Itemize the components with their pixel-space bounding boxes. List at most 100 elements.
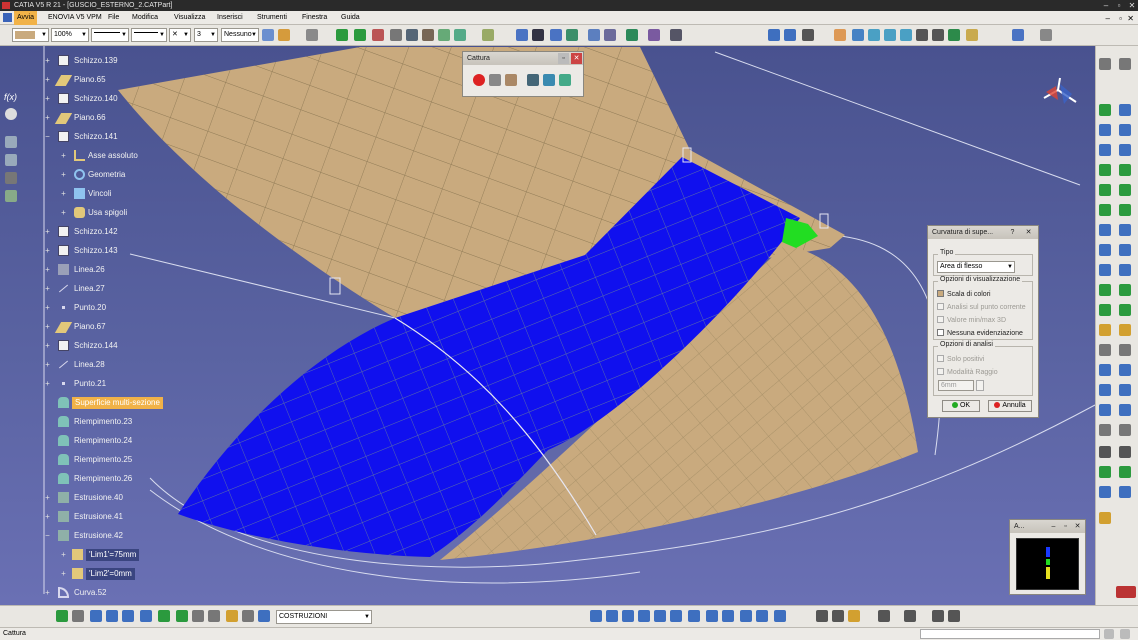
- tree-label[interactable]: Usa spigoli: [88, 207, 127, 219]
- record-icon[interactable]: [473, 74, 485, 86]
- table-icon[interactable]: [5, 136, 17, 148]
- linestyle-select[interactable]: ▼: [131, 28, 167, 42]
- expand-toggle[interactable]: +: [60, 152, 67, 160]
- expand-toggle[interactable]: +: [44, 228, 51, 236]
- cutting-plane-icon[interactable]: [916, 29, 928, 41]
- refresh-icon[interactable]: [56, 610, 68, 622]
- annotation-tool-icon[interactable]: [1099, 446, 1111, 458]
- rule-icon[interactable]: [5, 190, 17, 202]
- rotate-tool-icon[interactable]: [1119, 284, 1131, 296]
- catalog-icon[interactable]: [1012, 29, 1024, 41]
- parallel-tool-icon[interactable]: [1099, 404, 1111, 416]
- tree-label[interactable]: Schizzo.140: [74, 93, 118, 105]
- expand-toggle[interactable]: +: [44, 57, 51, 65]
- sketcher-icon[interactable]: [1099, 58, 1111, 70]
- properties-icon[interactable]: [306, 29, 318, 41]
- fill-tool-icon[interactable]: [1119, 184, 1131, 196]
- tree-label[interactable]: Riempimento.23: [74, 416, 132, 428]
- collapse-toggle[interactable]: −: [44, 532, 51, 540]
- menu-guida[interactable]: Guida: [338, 11, 363, 25]
- connect-icon[interactable]: [852, 29, 864, 41]
- arc-icon[interactable]: [516, 29, 528, 41]
- intersection-tool-icon[interactable]: [1119, 404, 1131, 416]
- geometrical-set-select[interactable]: COSTRUZIONI ▼: [276, 610, 372, 624]
- photo-icon[interactable]: [878, 610, 890, 622]
- normal-view-icon[interactable]: [648, 29, 660, 41]
- curve-tool-icon[interactable]: [1099, 384, 1111, 396]
- split-tool-icon[interactable]: [1119, 224, 1131, 236]
- fit-icon[interactable]: [604, 29, 616, 41]
- curvature-tool-icon[interactable]: [834, 29, 846, 41]
- porcupine-analysis-icon[interactable]: [1119, 486, 1131, 498]
- minmax-checkbox[interactable]: Valore min/max 3D: [937, 316, 1006, 324]
- extrude-tool-icon[interactable]: [1099, 164, 1111, 176]
- status-expand-icon[interactable]: [1120, 629, 1130, 639]
- law-tool-icon[interactable]: [1099, 344, 1111, 356]
- preview-restore-button[interactable]: ▫: [1060, 521, 1071, 532]
- compass-widget[interactable]: [1036, 76, 1080, 114]
- zoom-out-icon[interactable]: [670, 610, 682, 622]
- weight-select[interactable]: 3 ▼: [194, 28, 218, 42]
- views-icon[interactable]: [706, 610, 718, 622]
- color-select[interactable]: ▼: [12, 28, 49, 42]
- point-symbol-select[interactable]: ✕ ▼: [169, 28, 191, 42]
- what-is-icon[interactable]: [802, 29, 814, 41]
- step-spinner-icon[interactable]: [976, 380, 984, 391]
- expand-toggle[interactable]: +: [60, 171, 67, 179]
- grid-display-icon[interactable]: [122, 610, 134, 622]
- expand-toggle[interactable]: +: [60, 551, 67, 559]
- tree-label[interactable]: Piano.66: [74, 112, 106, 124]
- close-button[interactable]: ✕: [1126, 0, 1138, 11]
- translate-tool-icon[interactable]: [1099, 284, 1111, 296]
- expand-toggle[interactable]: +: [44, 304, 51, 312]
- tree-label[interactable]: Schizzo.139: [74, 55, 118, 67]
- shading-icon[interactable]: [722, 610, 734, 622]
- curvatura-title-bar[interactable]: Curvatura di supe... ? ✕: [928, 226, 1038, 239]
- rotate-icon[interactable]: [588, 29, 600, 41]
- tree-label[interactable]: 'Lim2'=0mm: [86, 568, 135, 580]
- surface-analysis-icon[interactable]: [1099, 466, 1111, 478]
- tree-label[interactable]: Piano.65: [74, 74, 106, 86]
- step-field[interactable]: 6mm: [938, 380, 974, 391]
- tree-label-selected[interactable]: Superficie multi-sezione: [72, 397, 163, 409]
- revolve-tool-icon[interactable]: [1119, 164, 1131, 176]
- projection-icon[interactable]: [1119, 124, 1131, 136]
- expand-toggle[interactable]: +: [44, 589, 51, 597]
- iso-view-icon[interactable]: [768, 29, 780, 41]
- apply-material-icon[interactable]: [832, 610, 844, 622]
- chart-icon[interactable]: [948, 610, 960, 622]
- expand-toggle[interactable]: +: [44, 266, 51, 274]
- preview-title-bar[interactable]: A... – ▫ ✕: [1010, 520, 1085, 533]
- select-capture-icon[interactable]: [489, 74, 501, 86]
- pan-view-icon[interactable]: [622, 610, 634, 622]
- tree-label[interactable]: 'Lim1'=75mm: [86, 549, 140, 561]
- album-icon[interactable]: [527, 74, 539, 86]
- abc-icon[interactable]: [1040, 29, 1052, 41]
- fillet-tool-icon[interactable]: [1119, 264, 1131, 276]
- expand-toggle[interactable]: +: [60, 209, 67, 217]
- open-body-icon[interactable]: [258, 610, 270, 622]
- work-plane-icon[interactable]: [90, 610, 102, 622]
- tree-label[interactable]: Estrusione.41: [74, 511, 123, 523]
- zoom-in-icon[interactable]: [654, 610, 666, 622]
- connect-tool-icon[interactable]: [1119, 324, 1131, 336]
- macro-icon[interactable]: [904, 610, 916, 622]
- cancel-button[interactable]: Annulla: [988, 400, 1032, 412]
- table-view-icon[interactable]: [140, 610, 152, 622]
- window-menu-icon[interactable]: [3, 13, 12, 22]
- pan-icon[interactable]: [336, 29, 348, 41]
- mapping-icon[interactable]: [884, 29, 896, 41]
- search-icon[interactable]: [932, 610, 944, 622]
- tree-label[interactable]: Schizzo.143: [74, 245, 118, 257]
- group-icon[interactable]: [192, 610, 204, 622]
- tree-label[interactable]: Asse assoluto: [88, 150, 138, 162]
- symmetry-tool-icon[interactable]: [1099, 304, 1111, 316]
- tree-label[interactable]: Schizzo.144: [74, 340, 118, 352]
- plane-tool-icon[interactable]: [1099, 124, 1111, 136]
- tree-label[interactable]: Geometria: [88, 169, 125, 181]
- line-tool-icon[interactable]: [1119, 104, 1131, 116]
- collapse-toggle[interactable]: −: [44, 133, 51, 141]
- capture-icon[interactable]: [774, 610, 786, 622]
- preview-minimize-button[interactable]: –: [1048, 521, 1059, 532]
- porcupine-icon[interactable]: [948, 29, 960, 41]
